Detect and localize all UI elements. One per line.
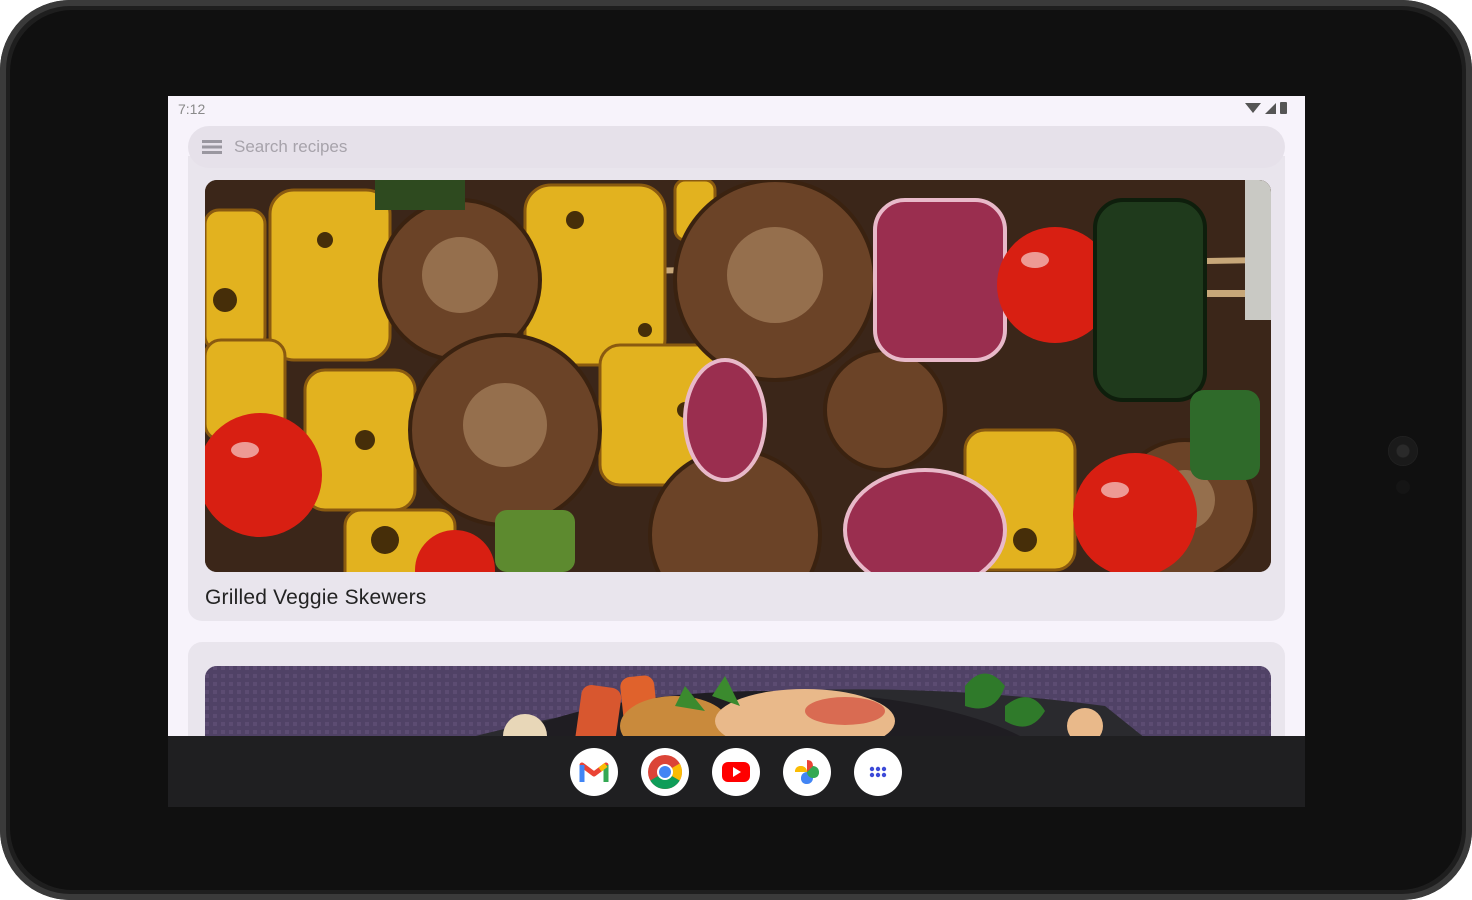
device-screen: 7:12 Grilled Veggie Skewers Search recip… xyxy=(168,96,1305,807)
photos-glyph xyxy=(795,760,819,784)
wifi-icon xyxy=(1245,103,1261,113)
app-drawer-glyph xyxy=(869,766,887,778)
app-drawer-icon[interactable] xyxy=(854,748,902,796)
gmail-glyph xyxy=(579,762,609,782)
chrome-glyph xyxy=(648,755,682,789)
app-dock xyxy=(570,748,902,796)
front-camera xyxy=(1388,436,1418,466)
recipe-card[interactable]: Grilled Veggie Skewers xyxy=(188,156,1285,621)
gmail-icon[interactable] xyxy=(570,748,618,796)
search-input[interactable] xyxy=(234,133,1264,161)
search-bar[interactable] xyxy=(188,126,1285,168)
status-time: 7:12 xyxy=(178,101,206,117)
youtube-icon[interactable] xyxy=(712,748,760,796)
status-icons xyxy=(1245,102,1287,114)
battery-icon xyxy=(1280,102,1287,114)
recipe-title[interactable]: Grilled Veggie Skewers xyxy=(205,586,427,610)
chrome-icon[interactable] xyxy=(641,748,689,796)
recipe-photo-veggie-skewers xyxy=(205,180,1271,572)
youtube-glyph xyxy=(722,762,750,782)
photos-icon[interactable] xyxy=(783,748,831,796)
cell-signal-icon xyxy=(1265,102,1276,114)
recipe-photo[interactable] xyxy=(205,180,1271,572)
tablet-frame: 7:12 Grilled Veggie Skewers Search recip… xyxy=(0,0,1472,900)
menu-icon[interactable] xyxy=(202,140,222,154)
light-sensor xyxy=(1396,480,1410,494)
status-bar: 7:12 xyxy=(168,96,1305,122)
taskbar xyxy=(168,736,1305,807)
